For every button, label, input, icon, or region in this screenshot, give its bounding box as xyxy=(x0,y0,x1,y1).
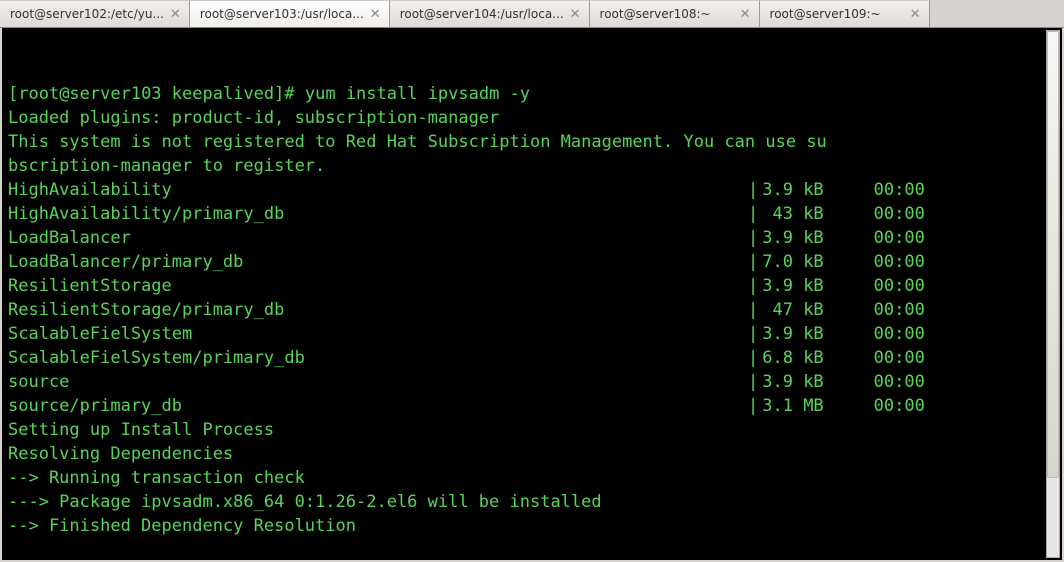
close-icon[interactable]: ✕ xyxy=(908,7,923,22)
repo-name: source xyxy=(8,370,748,394)
repo-time: 00:00 xyxy=(874,346,925,370)
repo-time: 00:00 xyxy=(874,394,925,418)
tab-label: root@server108:~ xyxy=(600,7,734,21)
scrollbar-thumb[interactable] xyxy=(1047,31,1059,478)
terminal-output-line: This system is not registered to Red Hat… xyxy=(8,130,1062,154)
repo-time: 00:00 xyxy=(874,298,925,322)
repo-size: 3.1 MB xyxy=(762,394,873,418)
repo-name: LoadBalancer xyxy=(8,226,748,250)
separator: | xyxy=(748,322,762,346)
repo-download-line: HighAvailability|3.9 kB00:00 xyxy=(8,178,1062,202)
tab-label: root@server102:/etc/yu... xyxy=(10,7,164,21)
repo-size: 3.9 kB xyxy=(762,370,873,394)
terminal-pane[interactable]: [root@server103 keepalived]# yum install… xyxy=(0,28,1064,562)
repo-name: ScalableFielSystem/primary_db xyxy=(8,346,748,370)
repo-size: 3.9 kB xyxy=(762,178,873,202)
prompt-open: [ xyxy=(8,84,18,104)
close-icon[interactable]: ✕ xyxy=(738,7,753,22)
repo-download-line: LoadBalancer/primary_db|7.0 kB00:00 xyxy=(8,250,1062,274)
terminal-output-line: --> Finished Dependency Resolution xyxy=(8,514,1062,538)
repo-size: 3.9 kB xyxy=(762,274,873,298)
terminal-tab[interactable]: root@server103:/usr/loca... ✕ xyxy=(190,0,390,27)
repo-size: 7.0 kB xyxy=(762,250,873,274)
terminal-tab[interactable]: root@server109:~ ✕ xyxy=(760,0,930,27)
repo-name: HighAvailability xyxy=(8,178,748,202)
close-icon[interactable]: ✕ xyxy=(568,7,583,22)
repo-time: 00:00 xyxy=(874,178,925,202)
tab-bar: root@server102:/etc/yu...✕root@server103… xyxy=(0,0,1064,28)
repo-time: 00:00 xyxy=(874,226,925,250)
prompt-cwd: keepalived xyxy=(172,84,274,104)
prompt-line: [root@server103 keepalived]# yum install… xyxy=(8,82,1062,106)
separator: | xyxy=(748,274,762,298)
repo-time: 00:00 xyxy=(874,370,925,394)
terminal-tab[interactable]: root@server104:/usr/loca... ✕ xyxy=(390,0,590,27)
separator: | xyxy=(748,298,762,322)
prompt-close: ]# xyxy=(274,84,305,104)
separator: | xyxy=(748,226,762,250)
repo-name: LoadBalancer/primary_db xyxy=(8,250,748,274)
repo-download-line: LoadBalancer|3.9 kB00:00 xyxy=(8,226,1062,250)
repo-time: 00:00 xyxy=(874,322,925,346)
separator: | xyxy=(748,202,762,226)
tab-label: root@server103:/usr/loca... xyxy=(200,7,364,21)
prompt-user-host: root@server103 xyxy=(18,84,161,104)
repo-size: 3.9 kB xyxy=(762,226,873,250)
repo-download-line: ScalableFielSystem|3.9 kB00:00 xyxy=(8,322,1062,346)
tab-label: root@server104:/usr/loca... xyxy=(400,7,564,21)
repo-name: ResilientStorage/primary_db xyxy=(8,298,748,322)
repo-time: 00:00 xyxy=(874,202,925,226)
repo-download-line: HighAvailability/primary_db| 43 kB00:00 xyxy=(8,202,1062,226)
separator: | xyxy=(748,346,762,370)
repo-time: 00:00 xyxy=(874,274,925,298)
repo-name: HighAvailability/primary_db xyxy=(8,202,748,226)
close-icon[interactable]: ✕ xyxy=(168,7,183,22)
terminal-output-line: Loaded plugins: product-id, subscription… xyxy=(8,106,1062,130)
repo-download-line: ResilientStorage|3.9 kB00:00 xyxy=(8,274,1062,298)
repo-name: source/primary_db xyxy=(8,394,748,418)
repo-name: ResilientStorage xyxy=(8,274,748,298)
terminal-output-line xyxy=(8,538,1062,562)
repo-size: 47 kB xyxy=(762,298,873,322)
separator: | xyxy=(748,178,762,202)
repo-size: 3.9 kB xyxy=(762,322,873,346)
repo-name: ScalableFielSystem xyxy=(8,322,748,346)
terminal-tab[interactable]: root@server108:~ ✕ xyxy=(590,0,760,27)
repo-size: 6.8 kB xyxy=(762,346,873,370)
repo-download-line: source|3.9 kB00:00 xyxy=(8,370,1062,394)
terminal-output-line: ---> Package ipvsadm.x86_64 0:1.26-2.el6… xyxy=(8,490,1062,514)
repo-size: 43 kB xyxy=(762,202,873,226)
separator: | xyxy=(748,394,762,418)
terminal-tab[interactable]: root@server102:/etc/yu... ✕ xyxy=(0,0,190,27)
tab-label: root@server109:~ xyxy=(770,7,904,21)
repo-time: 00:00 xyxy=(874,250,925,274)
terminal-output-line: Resolving Dependencies xyxy=(8,442,1062,466)
repo-download-line: source/primary_db|3.1 MB00:00 xyxy=(8,394,1062,418)
terminal-output-line: Setting up Install Process xyxy=(8,418,1062,442)
repo-download-line: ScalableFielSystem/primary_db|6.8 kB00:0… xyxy=(8,346,1062,370)
terminal-scrollbar[interactable] xyxy=(1046,30,1060,558)
command-text: yum install ipvsadm -y xyxy=(305,84,530,104)
separator: | xyxy=(748,250,762,274)
separator: | xyxy=(748,370,762,394)
terminal-output-line: --> Running transaction check xyxy=(8,466,1062,490)
terminal-output-line: bscription-manager to register. xyxy=(8,154,1062,178)
repo-download-line: ResilientStorage/primary_db| 47 kB00:00 xyxy=(8,298,1062,322)
close-icon[interactable]: ✕ xyxy=(368,7,383,22)
